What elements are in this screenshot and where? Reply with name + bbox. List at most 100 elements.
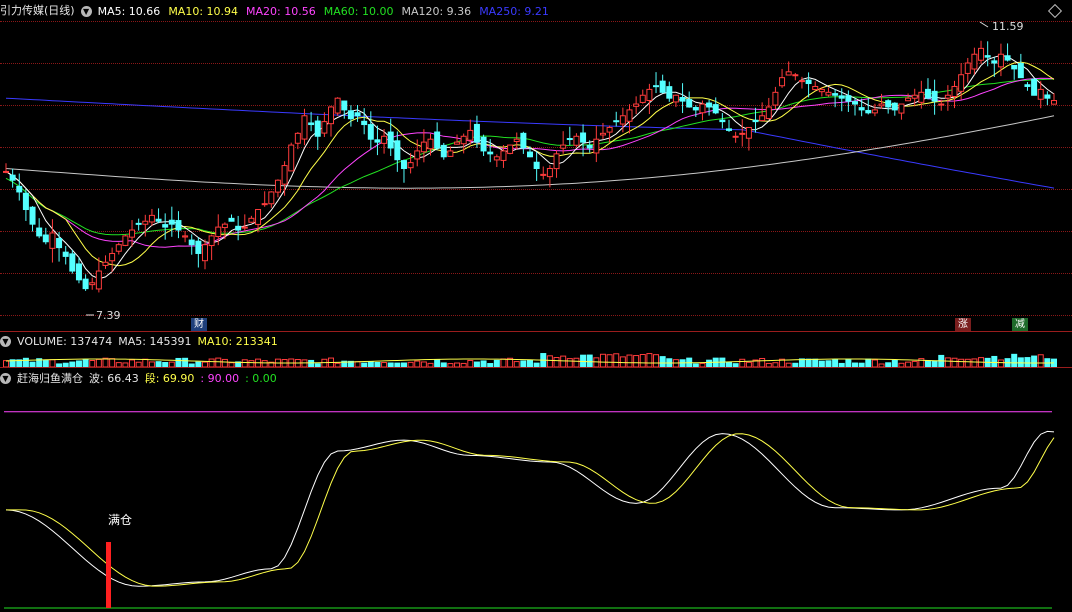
- candle-body: [500, 150, 507, 161]
- volume-bar: [182, 357, 189, 368]
- candle-body: [1004, 55, 1011, 61]
- volume-bar: [958, 358, 965, 368]
- candle-body: [56, 238, 63, 249]
- candle-body: [613, 120, 620, 123]
- candle-body: [666, 86, 673, 99]
- volume-bar: [739, 358, 746, 368]
- indicator-90: : 90.00: [200, 371, 240, 385]
- candle-body: [553, 153, 560, 170]
- candle-body: [387, 131, 394, 149]
- volume-bar: [527, 359, 533, 368]
- candle-body: [347, 110, 354, 120]
- candle-body: [42, 234, 49, 243]
- candle-body: [281, 165, 288, 185]
- candle-body: [460, 135, 467, 145]
- candle-body: [467, 129, 474, 141]
- candle-body: [9, 174, 16, 181]
- candle-body: [653, 85, 660, 88]
- kline-window: 引力传媒(日线) ▼ MA5: 10.66 MA10: 10.94 MA20: 10…: [0, 0, 1072, 612]
- candle-body: [712, 104, 719, 114]
- candle-body: [540, 173, 547, 176]
- candle-body: [394, 140, 401, 161]
- volume-bar: [653, 354, 660, 368]
- candle-body: [991, 60, 998, 64]
- volume-bar: [241, 359, 248, 368]
- candle-body: [706, 102, 713, 108]
- candle-body: [560, 144, 567, 149]
- indicator-bo: 波: 66.43: [89, 372, 139, 385]
- candle-body: [241, 226, 248, 229]
- candle-body: [3, 170, 9, 173]
- candle-body: [885, 100, 892, 108]
- volume-bar: [142, 358, 149, 368]
- volume-bar: [606, 354, 613, 368]
- candle-body: [109, 252, 116, 262]
- badge-finance[interactable]: 财: [191, 318, 207, 331]
- candle-body: [905, 97, 912, 102]
- candle-body: [175, 220, 182, 231]
- collapse-icon[interactable]: ▼: [0, 372, 11, 384]
- candle-body: [1044, 94, 1051, 99]
- candle-body: [924, 88, 931, 99]
- candle-body: [235, 225, 242, 231]
- volume-ma5: MA5: 145391: [118, 334, 192, 348]
- wave-line: [5, 430, 1055, 587]
- candle-body: [122, 235, 129, 246]
- volume-bar: [891, 359, 898, 368]
- candle-body: [367, 124, 374, 140]
- candle-body: [964, 62, 971, 74]
- candle-body: [82, 278, 89, 290]
- badge-reduce[interactable]: 减: [1012, 318, 1028, 331]
- candle-body: [997, 53, 1004, 68]
- candle-body: [129, 229, 136, 238]
- candle-body: [779, 77, 786, 87]
- volume-bar: [95, 358, 102, 368]
- volume-bar: [759, 357, 766, 368]
- candle-body: [971, 53, 978, 70]
- candle-body: [527, 151, 533, 158]
- volume-bar: [706, 359, 713, 368]
- candle-body: [1031, 78, 1038, 96]
- volume-bar: [626, 354, 633, 368]
- candle-body: [62, 251, 69, 257]
- candle-body: [288, 144, 295, 172]
- candle-body: [752, 119, 759, 123]
- volume-bar: [832, 359, 839, 368]
- candle-body: [168, 219, 175, 225]
- candle-body: [533, 161, 540, 170]
- candle-body: [361, 120, 368, 126]
- candle-body: [135, 222, 142, 225]
- candle-body: [294, 132, 301, 144]
- volume-bar: [493, 359, 500, 368]
- volume-bar: [971, 358, 978, 368]
- candle-body: [1011, 64, 1018, 70]
- candle-body: [938, 103, 945, 106]
- volume-bar: [221, 358, 228, 368]
- candle-body: [407, 162, 414, 169]
- candle-body: [321, 121, 328, 134]
- collapse-icon[interactable]: ▼: [0, 335, 11, 347]
- volume-bar: [434, 359, 441, 368]
- volume-bar: [991, 355, 998, 368]
- candle-body: [659, 80, 666, 93]
- candle-body: [699, 103, 706, 114]
- candle-body: [984, 55, 991, 58]
- volume-bar: [997, 359, 1004, 368]
- volume-bar: [646, 353, 653, 368]
- ma5-line: [5, 54, 1055, 280]
- candle-body: [301, 115, 308, 140]
- candle-body: [182, 235, 189, 238]
- pane-separator: [0, 367, 1072, 368]
- volume-bar: [82, 358, 89, 368]
- candle-body: [792, 74, 799, 77]
- candle-body: [115, 244, 122, 252]
- candle-body: [606, 126, 613, 133]
- badge-rise[interactable]: 涨: [955, 318, 971, 331]
- candle-body: [739, 132, 746, 135]
- candle-body: [812, 85, 819, 91]
- candle-body: [95, 270, 102, 290]
- price-chart[interactable]: [0, 0, 1072, 612]
- candle-body: [228, 217, 235, 222]
- candle-body: [22, 192, 29, 211]
- volume-bar: [659, 356, 666, 368]
